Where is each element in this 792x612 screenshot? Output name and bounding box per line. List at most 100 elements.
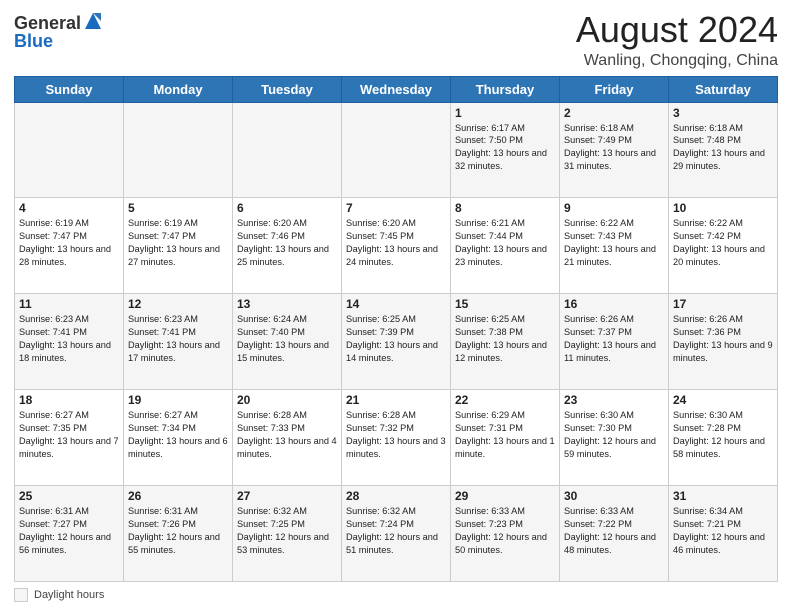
calendar-day-cell <box>15 102 124 198</box>
day-info: Sunrise: 6:20 AM Sunset: 7:46 PM Dayligh… <box>237 217 337 269</box>
header: General Blue August 2024 Wanling, Chongq… <box>14 10 778 70</box>
day-number: 22 <box>455 393 555 407</box>
day-number: 18 <box>19 393 119 407</box>
day-info: Sunrise: 6:22 AM Sunset: 7:42 PM Dayligh… <box>673 217 773 269</box>
calendar-day-cell: 30Sunrise: 6:33 AM Sunset: 7:22 PM Dayli… <box>560 486 669 582</box>
day-number: 25 <box>19 489 119 503</box>
day-of-week-header: Tuesday <box>233 76 342 102</box>
day-number: 30 <box>564 489 664 503</box>
calendar-day-cell: 1 Sunrise: 6:17 AM Sunset: 7:50 PM Daylig… <box>451 102 560 198</box>
calendar-week-row: 25 Sunrise: 6:31 AM Sunset: 7:27 PM Dayli… <box>15 486 778 582</box>
day-info: Sunrise: 6:31 AM Sunset: 7:27 PM Dayligh… <box>19 505 119 557</box>
day-info: Sunrise: 6:27 AM Sunset: 7:35 PM Dayligh… <box>19 409 119 461</box>
day-number: 1 <box>455 106 555 120</box>
day-info: Sunrise: 6:29 AM Sunset: 7:31 PM Dayligh… <box>455 409 555 461</box>
day-info: Sunrise: 6:27 AM Sunset: 7:34 PM Dayligh… <box>128 409 228 461</box>
day-number: 7 <box>346 201 446 215</box>
day-of-week-header: Saturday <box>669 76 778 102</box>
day-number: 13 <box>237 297 337 311</box>
day-info: Sunrise: 6:25 AM Sunset: 7:39 PM Dayligh… <box>346 313 446 365</box>
day-of-week-header: Thursday <box>451 76 560 102</box>
day-info: Sunrise: 6:25 AM Sunset: 7:38 PM Dayligh… <box>455 313 555 365</box>
day-info: Sunrise: 6:32 AM Sunset: 7:25 PM Dayligh… <box>237 505 337 557</box>
day-number: 15 <box>455 297 555 311</box>
day-number: 5 <box>128 201 228 215</box>
day-info: Sunrise: 6:22 AM Sunset: 7:43 PM Dayligh… <box>564 217 664 269</box>
calendar-day-cell: 11 Sunrise: 6:23 AM Sunset: 7:41 PM Dayli… <box>15 294 124 390</box>
day-of-week-header: Sunday <box>15 76 124 102</box>
day-number: 11 <box>19 297 119 311</box>
day-number: 2 <box>564 106 664 120</box>
day-number: 4 <box>19 201 119 215</box>
day-number: 16 <box>564 297 664 311</box>
calendar-day-cell: 12 Sunrise: 6:23 AM Sunset: 7:41 PM Dayli… <box>124 294 233 390</box>
calendar-week-row: 18 Sunrise: 6:27 AM Sunset: 7:35 PM Dayli… <box>15 390 778 486</box>
calendar-day-cell <box>124 102 233 198</box>
calendar-day-cell: 7 Sunrise: 6:20 AM Sunset: 7:45 PM Daylig… <box>342 198 451 294</box>
day-number: 10 <box>673 201 773 215</box>
day-number: 8 <box>455 201 555 215</box>
day-info: Sunrise: 6:30 AM Sunset: 7:28 PM Dayligh… <box>673 409 773 461</box>
calendar-day-cell: 29 Sunrise: 6:33 AM Sunset: 7:23 PM Dayli… <box>451 486 560 582</box>
day-number: 29 <box>455 489 555 503</box>
calendar-day-cell: 15 Sunrise: 6:25 AM Sunset: 7:38 PM Dayli… <box>451 294 560 390</box>
day-number: 24 <box>673 393 773 407</box>
day-info: Sunrise: 6:23 AM Sunset: 7:41 PM Dayligh… <box>19 313 119 365</box>
main-title: August 2024 <box>576 10 778 50</box>
calendar-week-row: 1 Sunrise: 6:17 AM Sunset: 7:50 PM Daylig… <box>15 102 778 198</box>
calendar-day-cell <box>233 102 342 198</box>
day-number: 14 <box>346 297 446 311</box>
day-number: 31 <box>673 489 773 503</box>
logo: General Blue <box>14 14 103 52</box>
subtitle: Wanling, Chongqing, China <box>576 52 778 70</box>
day-info: Sunrise: 6:17 AM Sunset: 7:50 PM Dayligh… <box>455 122 555 174</box>
page: General Blue August 2024 Wanling, Chongq… <box>0 0 792 612</box>
calendar-week-row: 4 Sunrise: 6:19 AM Sunset: 7:47 PM Daylig… <box>15 198 778 294</box>
day-info: Sunrise: 6:18 AM Sunset: 7:49 PM Dayligh… <box>564 122 664 174</box>
calendar-day-cell: 8Sunrise: 6:21 AM Sunset: 7:44 PM Daylig… <box>451 198 560 294</box>
calendar-day-cell: 26Sunrise: 6:31 AM Sunset: 7:26 PM Dayli… <box>124 486 233 582</box>
day-info: Sunrise: 6:28 AM Sunset: 7:32 PM Dayligh… <box>346 409 446 461</box>
logo-icon <box>83 9 103 33</box>
calendar-day-cell: 10 Sunrise: 6:22 AM Sunset: 7:42 PM Dayli… <box>669 198 778 294</box>
day-info: Sunrise: 6:24 AM Sunset: 7:40 PM Dayligh… <box>237 313 337 365</box>
calendar-day-cell: 9 Sunrise: 6:22 AM Sunset: 7:43 PM Daylig… <box>560 198 669 294</box>
day-number: 19 <box>128 393 228 407</box>
calendar-day-cell: 28 Sunrise: 6:32 AM Sunset: 7:24 PM Dayli… <box>342 486 451 582</box>
day-of-week-header: Monday <box>124 76 233 102</box>
legend: Daylight hours <box>14 588 778 602</box>
title-section: August 2024 Wanling, Chongqing, China <box>576 10 778 70</box>
day-number: 27 <box>237 489 337 503</box>
calendar-day-cell: 20Sunrise: 6:28 AM Sunset: 7:33 PM Dayli… <box>233 390 342 486</box>
day-number: 23 <box>564 393 664 407</box>
legend-label: Daylight hours <box>34 589 104 601</box>
calendar-day-cell: 25 Sunrise: 6:31 AM Sunset: 7:27 PM Dayli… <box>15 486 124 582</box>
calendar-day-cell: 5 Sunrise: 6:19 AM Sunset: 7:47 PM Daylig… <box>124 198 233 294</box>
day-info: Sunrise: 6:33 AM Sunset: 7:23 PM Dayligh… <box>455 505 555 557</box>
calendar-day-cell: 13 Sunrise: 6:24 AM Sunset: 7:40 PM Dayli… <box>233 294 342 390</box>
day-number: 9 <box>564 201 664 215</box>
day-number: 26 <box>128 489 228 503</box>
calendar-day-cell: 24 Sunrise: 6:30 AM Sunset: 7:28 PM Dayli… <box>669 390 778 486</box>
calendar-day-cell: 18 Sunrise: 6:27 AM Sunset: 7:35 PM Dayli… <box>15 390 124 486</box>
calendar-day-cell: 4Sunrise: 6:19 AM Sunset: 7:47 PM Daylig… <box>15 198 124 294</box>
day-info: Sunrise: 6:26 AM Sunset: 7:36 PM Dayligh… <box>673 313 773 365</box>
logo-blue-text: Blue <box>14 31 53 51</box>
day-info: Sunrise: 6:32 AM Sunset: 7:24 PM Dayligh… <box>346 505 446 557</box>
calendar-day-cell: 6Sunrise: 6:20 AM Sunset: 7:46 PM Daylig… <box>233 198 342 294</box>
day-info: Sunrise: 6:34 AM Sunset: 7:21 PM Dayligh… <box>673 505 773 557</box>
day-info: Sunrise: 6:20 AM Sunset: 7:45 PM Dayligh… <box>346 217 446 269</box>
calendar-table: SundayMondayTuesdayWednesdayThursdayFrid… <box>14 76 778 582</box>
day-info: Sunrise: 6:19 AM Sunset: 7:47 PM Dayligh… <box>128 217 228 269</box>
day-number: 21 <box>346 393 446 407</box>
day-number: 28 <box>346 489 446 503</box>
calendar-day-cell: 14 Sunrise: 6:25 AM Sunset: 7:39 PM Dayli… <box>342 294 451 390</box>
day-number: 20 <box>237 393 337 407</box>
day-number: 12 <box>128 297 228 311</box>
legend-box <box>14 588 28 602</box>
day-info: Sunrise: 6:18 AM Sunset: 7:48 PM Dayligh… <box>673 122 773 174</box>
day-info: Sunrise: 6:23 AM Sunset: 7:41 PM Dayligh… <box>128 313 228 365</box>
calendar-day-cell: 2 Sunrise: 6:18 AM Sunset: 7:49 PM Daylig… <box>560 102 669 198</box>
calendar-week-row: 11 Sunrise: 6:23 AM Sunset: 7:41 PM Dayli… <box>15 294 778 390</box>
calendar-day-cell <box>342 102 451 198</box>
